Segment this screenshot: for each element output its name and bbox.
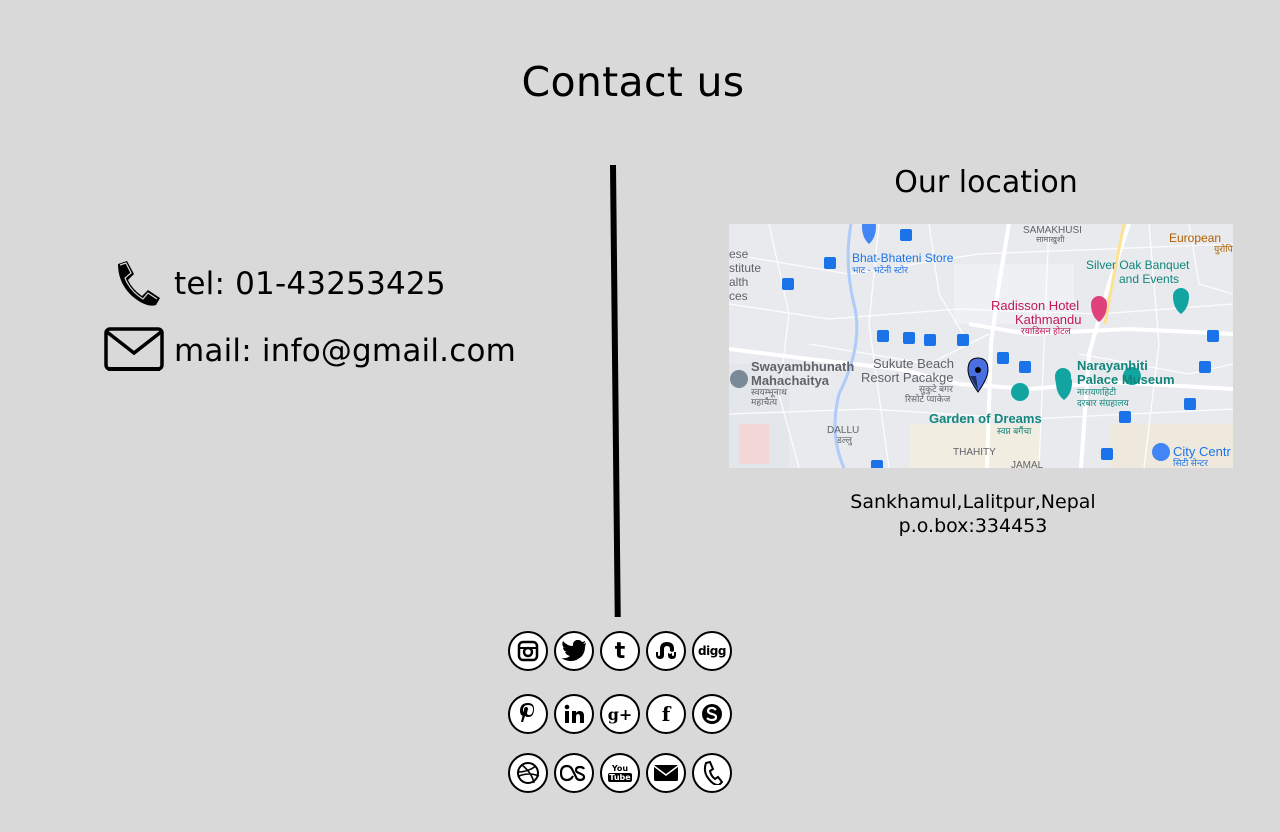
address-line-2: p.o.box:334453 bbox=[898, 515, 1048, 537]
linkedin-icon[interactable] bbox=[554, 694, 594, 734]
map-label-jamal: JAMAL bbox=[1011, 460, 1044, 468]
map-label-edge2: stitute bbox=[729, 261, 761, 275]
map-label-narayanhiti2: Palace Museum bbox=[1077, 372, 1175, 387]
page-title: Contact us bbox=[521, 58, 745, 106]
map-label-european: European bbox=[1169, 231, 1221, 245]
social-row-1: t digg bbox=[508, 631, 748, 673]
map-label-bhatbhateni: Bhat-Bhateni Store bbox=[852, 251, 954, 265]
skype-icon[interactable] bbox=[692, 694, 732, 734]
location-title: Our location bbox=[894, 165, 1078, 200]
map-label-radisson2: Kathmandu bbox=[1015, 312, 1082, 327]
map-label-edge4: ces bbox=[729, 289, 748, 303]
map-label-silveroak2: and Events bbox=[1119, 272, 1179, 286]
mail-text: mail: info@gmail.com bbox=[174, 333, 517, 369]
stumbleupon-icon[interactable] bbox=[646, 631, 686, 671]
email-icon[interactable] bbox=[646, 753, 686, 793]
map-label-garden-np: स्वप्न बगैंचा bbox=[997, 425, 1032, 436]
youtube-icon[interactable]: You Tube bbox=[600, 753, 640, 793]
map-label-narayanhiti1: Narayanhiti bbox=[1077, 358, 1148, 373]
phone-text: tel: 01-43253425 bbox=[174, 266, 446, 302]
map-label-narayanhiti-np2: दरबार संग्रहालय bbox=[1077, 398, 1129, 408]
digg-icon[interactable]: digg bbox=[692, 631, 732, 671]
google-plus-icon[interactable]: g+ bbox=[600, 694, 640, 734]
envelope-icon bbox=[104, 326, 164, 376]
map-label-swayambhu2: Mahachaitya bbox=[751, 373, 830, 388]
facebook-icon[interactable]: f bbox=[646, 694, 686, 734]
map-label-radisson-np: रयाडिसन होटल bbox=[1021, 325, 1072, 336]
map-label-city: City Centr bbox=[1173, 444, 1231, 459]
map-label-radisson1: Radisson Hotel bbox=[991, 298, 1079, 313]
map-label-dallu-np: डल्लु bbox=[836, 435, 853, 446]
map-label-edge1: ese bbox=[729, 247, 749, 261]
vertical-divider bbox=[610, 165, 621, 617]
map-label-sukute1: Sukute Beach bbox=[873, 356, 954, 371]
map-label-bhatbhateni-np: भाट - भटेनी स्टोर bbox=[852, 264, 908, 275]
phone-contact[interactable]: tel: 01-43253425 bbox=[110, 258, 446, 310]
pinterest-icon[interactable] bbox=[508, 694, 548, 734]
instagram-icon[interactable] bbox=[508, 631, 548, 671]
dribbble-icon[interactable] bbox=[508, 753, 548, 793]
address: Sankhamul,Lalitpur,Nepal p.o.box:334453 bbox=[729, 490, 1217, 538]
map-label-swayambhu1: Swayambhunath bbox=[751, 359, 854, 374]
tumblr-icon[interactable]: t bbox=[600, 631, 640, 671]
map-label-european-np: युरोपि bbox=[1214, 243, 1233, 255]
map-label-samakhusi-np: सामाखुशी bbox=[1036, 234, 1065, 245]
map-label-edge3: alth bbox=[729, 275, 748, 289]
mail-contact[interactable]: mail: info@gmail.com bbox=[104, 326, 516, 376]
map-label-city-np: सिटी सेन्टर bbox=[1173, 457, 1208, 468]
social-row-2: g+ f bbox=[508, 694, 748, 736]
map-label-swayambhu-np2: महाचैत्य bbox=[751, 396, 778, 407]
lastfm-icon[interactable] bbox=[554, 753, 594, 793]
map-label-thahity: THAHITY bbox=[953, 447, 996, 458]
map-label-garden: Garden of Dreams bbox=[929, 411, 1042, 426]
address-line-1: Sankhamul,Lalitpur,Nepal bbox=[850, 491, 1096, 513]
map-label-sukute-np2: रिसोर्ट प्याकेज bbox=[905, 393, 951, 404]
map-label-silveroak1: Silver Oak Banquet bbox=[1086, 258, 1190, 272]
map-label-sukute2: Resort Pacakge bbox=[861, 370, 954, 385]
twitter-icon[interactable] bbox=[554, 631, 594, 671]
social-icons: t digg g+ f You Tube bbox=[508, 631, 748, 816]
phone-social-icon[interactable] bbox=[692, 753, 732, 793]
location-map[interactable]: SAMAKHUSI सामाखुशी European युरोपि ese s… bbox=[729, 224, 1233, 468]
phone-icon bbox=[110, 258, 162, 310]
social-row-3: You Tube bbox=[508, 753, 748, 795]
map-label-narayanhiti-np1: नारायणहिटी bbox=[1077, 386, 1117, 397]
